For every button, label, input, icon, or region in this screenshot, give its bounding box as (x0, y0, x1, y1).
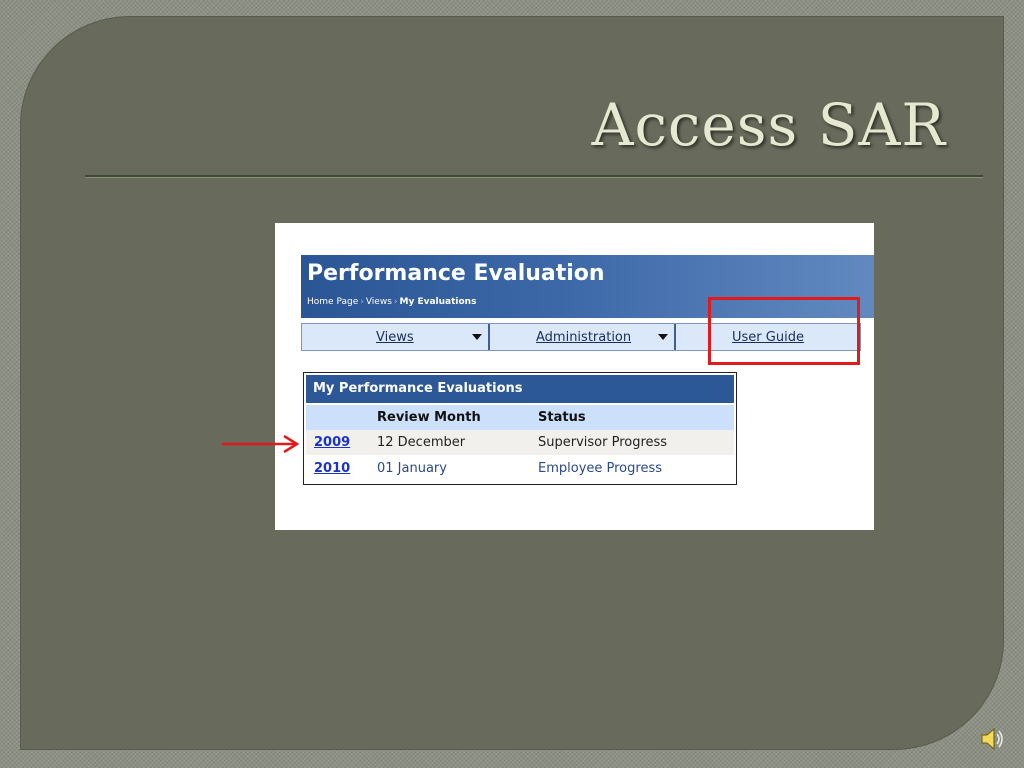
year-link-2010[interactable]: 2010 (314, 456, 350, 481)
user-guide-highlight (708, 297, 860, 365)
evaluations-table: My Performance Evaluations Review Month … (303, 372, 737, 485)
app-title: Performance Evaluation (307, 261, 605, 286)
app-screenshot: Performance Evaluation Home Page › Views › M… (275, 223, 874, 530)
review-month-header: Review Month (377, 410, 481, 425)
year-link-2009[interactable]: 2009 (314, 430, 350, 455)
evaluations-title: My Performance Evaluations (306, 375, 734, 403)
breadcrumb-separator: › (393, 297, 398, 307)
table-header-row: Review Month Status (306, 405, 734, 430)
status-header: Status (538, 410, 586, 425)
review-month-cell: 01 January (377, 461, 447, 476)
breadcrumb-views-link[interactable]: Views (366, 297, 392, 307)
table-row: 2009 12 December Supervisor Progress (306, 430, 734, 455)
status-cell: Employee Progress (538, 461, 662, 476)
breadcrumb: Home Page › Views › My Evaluations (307, 297, 476, 307)
breadcrumb-home-link[interactable]: Home Page (307, 297, 358, 307)
views-menu[interactable]: Views (302, 324, 490, 350)
table-row: 2010 01 January Employee Progress (306, 456, 734, 481)
slide-title: Access SAR (591, 91, 946, 159)
right-arrow-icon (222, 434, 300, 454)
speaker-icon[interactable] (978, 725, 1006, 753)
views-menu-label[interactable]: Views (376, 330, 414, 345)
breadcrumb-current: My Evaluations (399, 297, 477, 307)
breadcrumb-separator: › (360, 297, 364, 307)
administration-menu-label[interactable]: Administration (536, 330, 631, 345)
caret-down-icon[interactable] (658, 334, 668, 340)
administration-menu[interactable]: Administration (490, 324, 676, 350)
caret-down-icon[interactable] (472, 334, 482, 340)
review-month-cell: 12 December (377, 435, 466, 450)
status-cell: Supervisor Progress (538, 435, 668, 450)
title-divider (85, 175, 983, 178)
